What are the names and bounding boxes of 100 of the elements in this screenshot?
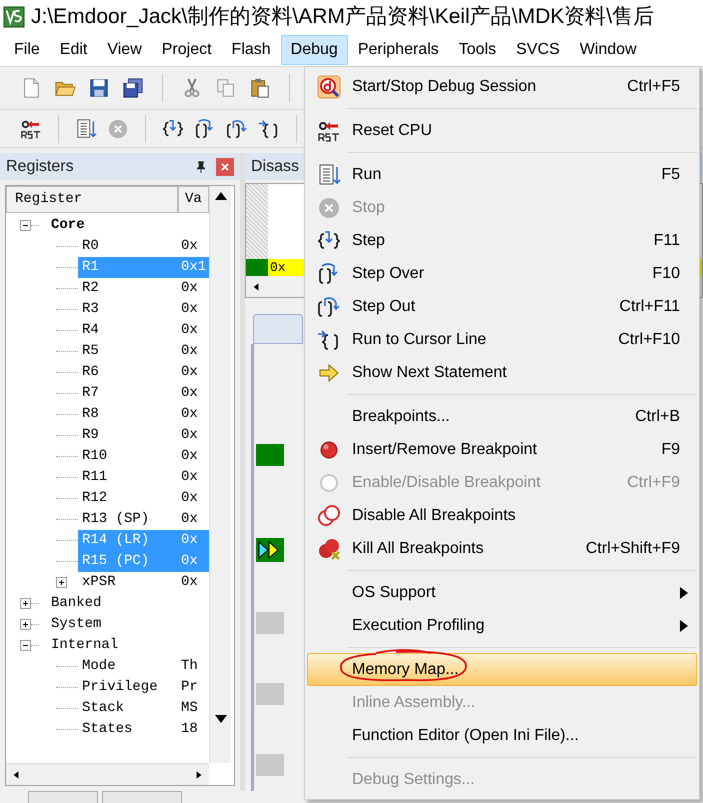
menu-bar-item[interactable]: Window bbox=[570, 35, 647, 65]
menu-bar-item[interactable]: Flash bbox=[222, 35, 281, 65]
register-row[interactable]: R8 0x bbox=[78, 404, 209, 425]
shortcut-text: Ctrl+Shift+F9 bbox=[586, 538, 681, 558]
register-row[interactable]: R13 (SP) 0x bbox=[78, 509, 209, 530]
register-row[interactable]: States 18 bbox=[78, 719, 209, 740]
register-row[interactable]: R5 0x bbox=[78, 341, 209, 362]
menu-bar-item[interactable]: Debug bbox=[280, 35, 348, 65]
panel-title: Registers bbox=[6, 156, 74, 176]
menu-item[interactable]: OS Support bbox=[307, 576, 697, 609]
menu-item[interactable]: Disable All Breakpoints bbox=[307, 499, 697, 532]
register-name: R1 bbox=[82, 258, 100, 277]
menu-bar-item[interactable]: Peripherals bbox=[348, 35, 449, 65]
register-row[interactable]: R9 0x bbox=[78, 425, 209, 446]
menu-item[interactable]: Insert/Remove Breakpoint F9 bbox=[307, 433, 697, 466]
register-row[interactable]: R2 0x bbox=[78, 278, 209, 299]
menu-bar-item[interactable]: SVCS bbox=[506, 35, 570, 65]
register-value: 0x bbox=[181, 279, 198, 298]
register-value: 0x1 bbox=[181, 258, 206, 277]
register-name: R3 bbox=[82, 300, 100, 319]
menu-item[interactable]: Show Next Statement bbox=[307, 356, 697, 389]
register-row[interactable]: R3 0x bbox=[78, 299, 209, 320]
register-row[interactable]: xPSR 0x bbox=[78, 572, 209, 593]
column-header[interactable]: Va bbox=[178, 186, 209, 213]
shortcut-text: F9 bbox=[661, 440, 681, 460]
shortcut-text: F5 bbox=[661, 164, 681, 184]
register-row[interactable]: R10 0x bbox=[78, 446, 209, 467]
register-row[interactable]: R12 0x bbox=[78, 488, 209, 509]
menu-item[interactable]: Run F5 bbox=[307, 158, 697, 191]
panel-title: Disass bbox=[251, 156, 300, 176]
register-row[interactable]: R11 0x bbox=[78, 467, 209, 488]
register-name: R14 (LR) bbox=[82, 531, 150, 550]
register-name: R7 bbox=[82, 384, 100, 403]
register-name: R12 bbox=[82, 489, 108, 508]
register-value: 0x bbox=[181, 363, 198, 382]
register-row[interactable]: R4 0x bbox=[78, 320, 209, 341]
register-name: R2 bbox=[82, 279, 100, 298]
register-value: 0x bbox=[181, 300, 198, 319]
register-group[interactable]: Core bbox=[51, 215, 85, 236]
menu-item[interactable]: Kill All Breakpoints Ctrl+Shift+F9 bbox=[307, 532, 697, 565]
register-name: R4 bbox=[82, 321, 100, 340]
shortcut-text: Ctrl+F11 bbox=[619, 296, 681, 316]
register-value: 0x bbox=[181, 573, 198, 592]
register-name: R6 bbox=[82, 363, 100, 382]
register-name: Mode bbox=[82, 657, 117, 676]
register-row[interactable]: Privilege Pr bbox=[78, 677, 209, 698]
menu-item[interactable]: Reset CPU bbox=[307, 114, 697, 147]
register-name: States bbox=[82, 720, 134, 739]
shortcut-text: F11 bbox=[654, 230, 681, 250]
menu-item[interactable]: Run to Cursor Line Ctrl+F10 bbox=[307, 323, 697, 356]
register-value: 0x bbox=[181, 489, 198, 508]
shortcut-text: Ctrl+B bbox=[635, 406, 681, 426]
register-name: R8 bbox=[82, 405, 100, 424]
register-name: R0 bbox=[82, 237, 100, 256]
register-name: R11 bbox=[82, 468, 108, 487]
register-name: R13 (SP) bbox=[82, 510, 150, 529]
register-name: Stack bbox=[82, 699, 126, 718]
menu-item[interactable]: Breakpoints... Ctrl+B bbox=[307, 400, 697, 433]
register-row[interactable]: Stack MS bbox=[78, 698, 209, 719]
register-value: Pr bbox=[181, 678, 198, 697]
register-name: R9 bbox=[82, 426, 100, 445]
column-header[interactable]: Register bbox=[6, 186, 178, 213]
register-name: R15 (PC) bbox=[82, 552, 150, 571]
register-group[interactable]: Banked bbox=[51, 593, 102, 614]
window-title: J:\Emdoor_Jack\制作的资料\ARM产品资料\Keil产品\MDK资料\售后 bbox=[31, 4, 654, 30]
shortcut-text: Ctrl+F5 bbox=[627, 76, 681, 96]
register-row[interactable]: R6 0x bbox=[78, 362, 209, 383]
menu-item[interactable]: Step F11 bbox=[307, 224, 697, 257]
register-value: Th bbox=[181, 657, 198, 676]
register-name: Privilege bbox=[82, 678, 159, 697]
menu-item[interactable]: Execution Profiling bbox=[307, 609, 697, 642]
menu-item[interactable]: Start/Stop Debug Session Ctrl+F5 bbox=[307, 70, 697, 103]
menu-bar-item[interactable]: Tools bbox=[448, 35, 506, 65]
menu-item[interactable]: Step Out Ctrl+F11 bbox=[307, 290, 697, 323]
register-group[interactable]: System bbox=[51, 614, 102, 635]
register-name: xPSR bbox=[82, 573, 117, 592]
register-value: 0x bbox=[181, 342, 198, 361]
register-name: R5 bbox=[82, 342, 100, 361]
register-value: 0x bbox=[181, 384, 198, 403]
register-row[interactable]: R0 0x bbox=[78, 236, 209, 257]
register-row[interactable]: R7 0x bbox=[78, 383, 209, 404]
menu-bar-item[interactable]: File bbox=[4, 35, 50, 65]
register-value: 0x bbox=[181, 447, 198, 466]
shortcut-text: Ctrl+F9 bbox=[627, 472, 681, 492]
menu-bar-item[interactable]: Project bbox=[152, 35, 222, 65]
register-value: 18 bbox=[181, 720, 198, 739]
menu-bar-item[interactable]: View bbox=[97, 35, 152, 65]
register-value: 0x bbox=[181, 510, 198, 529]
register-name: R10 bbox=[82, 447, 108, 466]
shortcut-text: Ctrl+F10 bbox=[618, 330, 681, 350]
register-row[interactable]: Mode Th bbox=[78, 656, 209, 677]
menu-bar-item[interactable]: Edit bbox=[50, 35, 98, 65]
menu-item[interactable]: Function Editor (Open Ini File)... bbox=[307, 719, 697, 752]
register-value: 0x bbox=[181, 552, 198, 571]
register-value: 0x bbox=[181, 531, 198, 550]
register-value: 0x bbox=[181, 426, 198, 445]
register-value: 0x bbox=[181, 237, 198, 256]
register-group[interactable]: Internal bbox=[51, 635, 118, 656]
register-value: 0x bbox=[181, 321, 198, 340]
register-value: MS bbox=[181, 699, 198, 718]
